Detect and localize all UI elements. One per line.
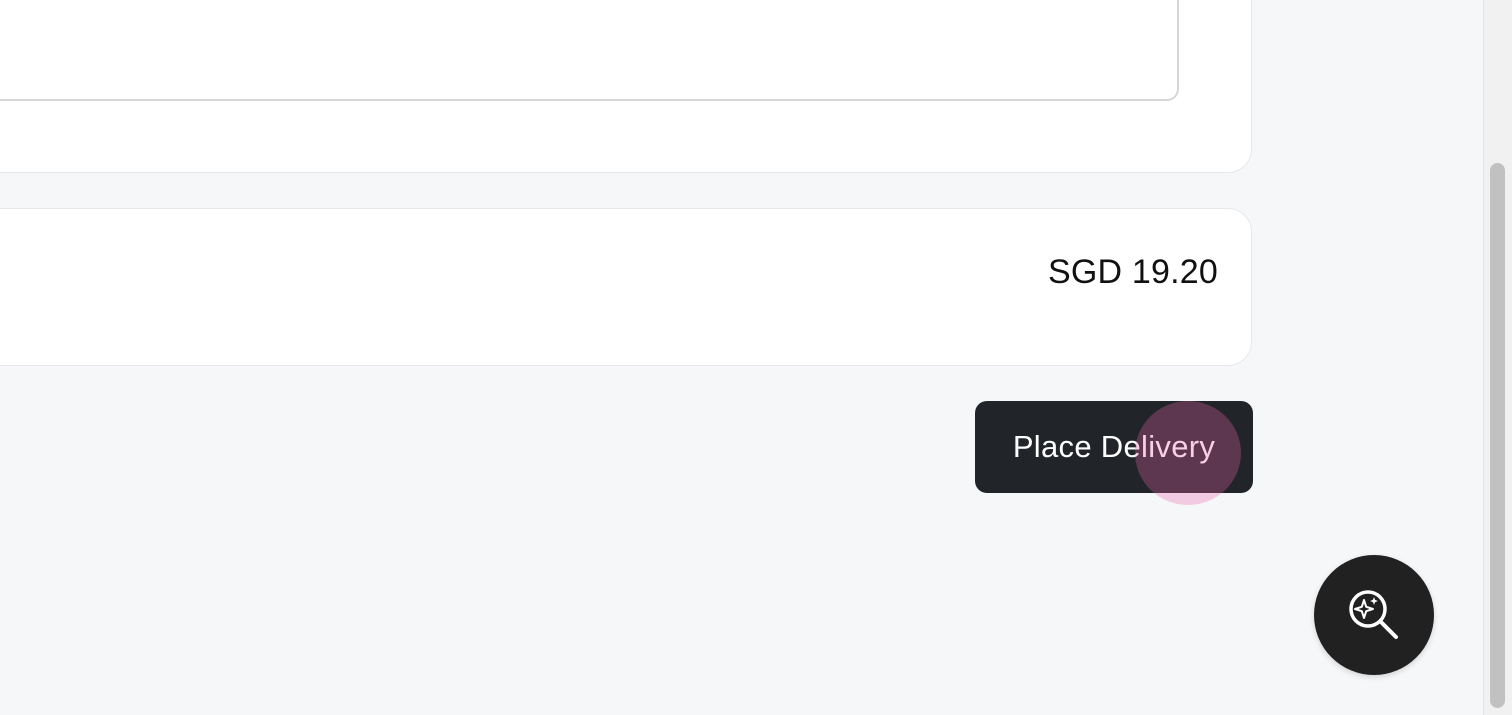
- scrollbar-thumb[interactable]: [1490, 163, 1505, 708]
- place-delivery-button[interactable]: Place Delivery: [975, 401, 1253, 493]
- delivery-notes-card: [0, 0, 1252, 173]
- checkout-page: SGD 19.20 Place Delivery: [0, 0, 1512, 715]
- ai-search-icon: [1349, 590, 1398, 639]
- order-total-card: SGD 19.20: [0, 208, 1252, 366]
- ai-search-button[interactable]: [1314, 555, 1434, 675]
- place-delivery-label: Place Delivery: [1012, 429, 1216, 464]
- order-total-amount: SGD 19.20: [1047, 253, 1218, 291]
- delivery-notes-input[interactable]: [0, 0, 1179, 101]
